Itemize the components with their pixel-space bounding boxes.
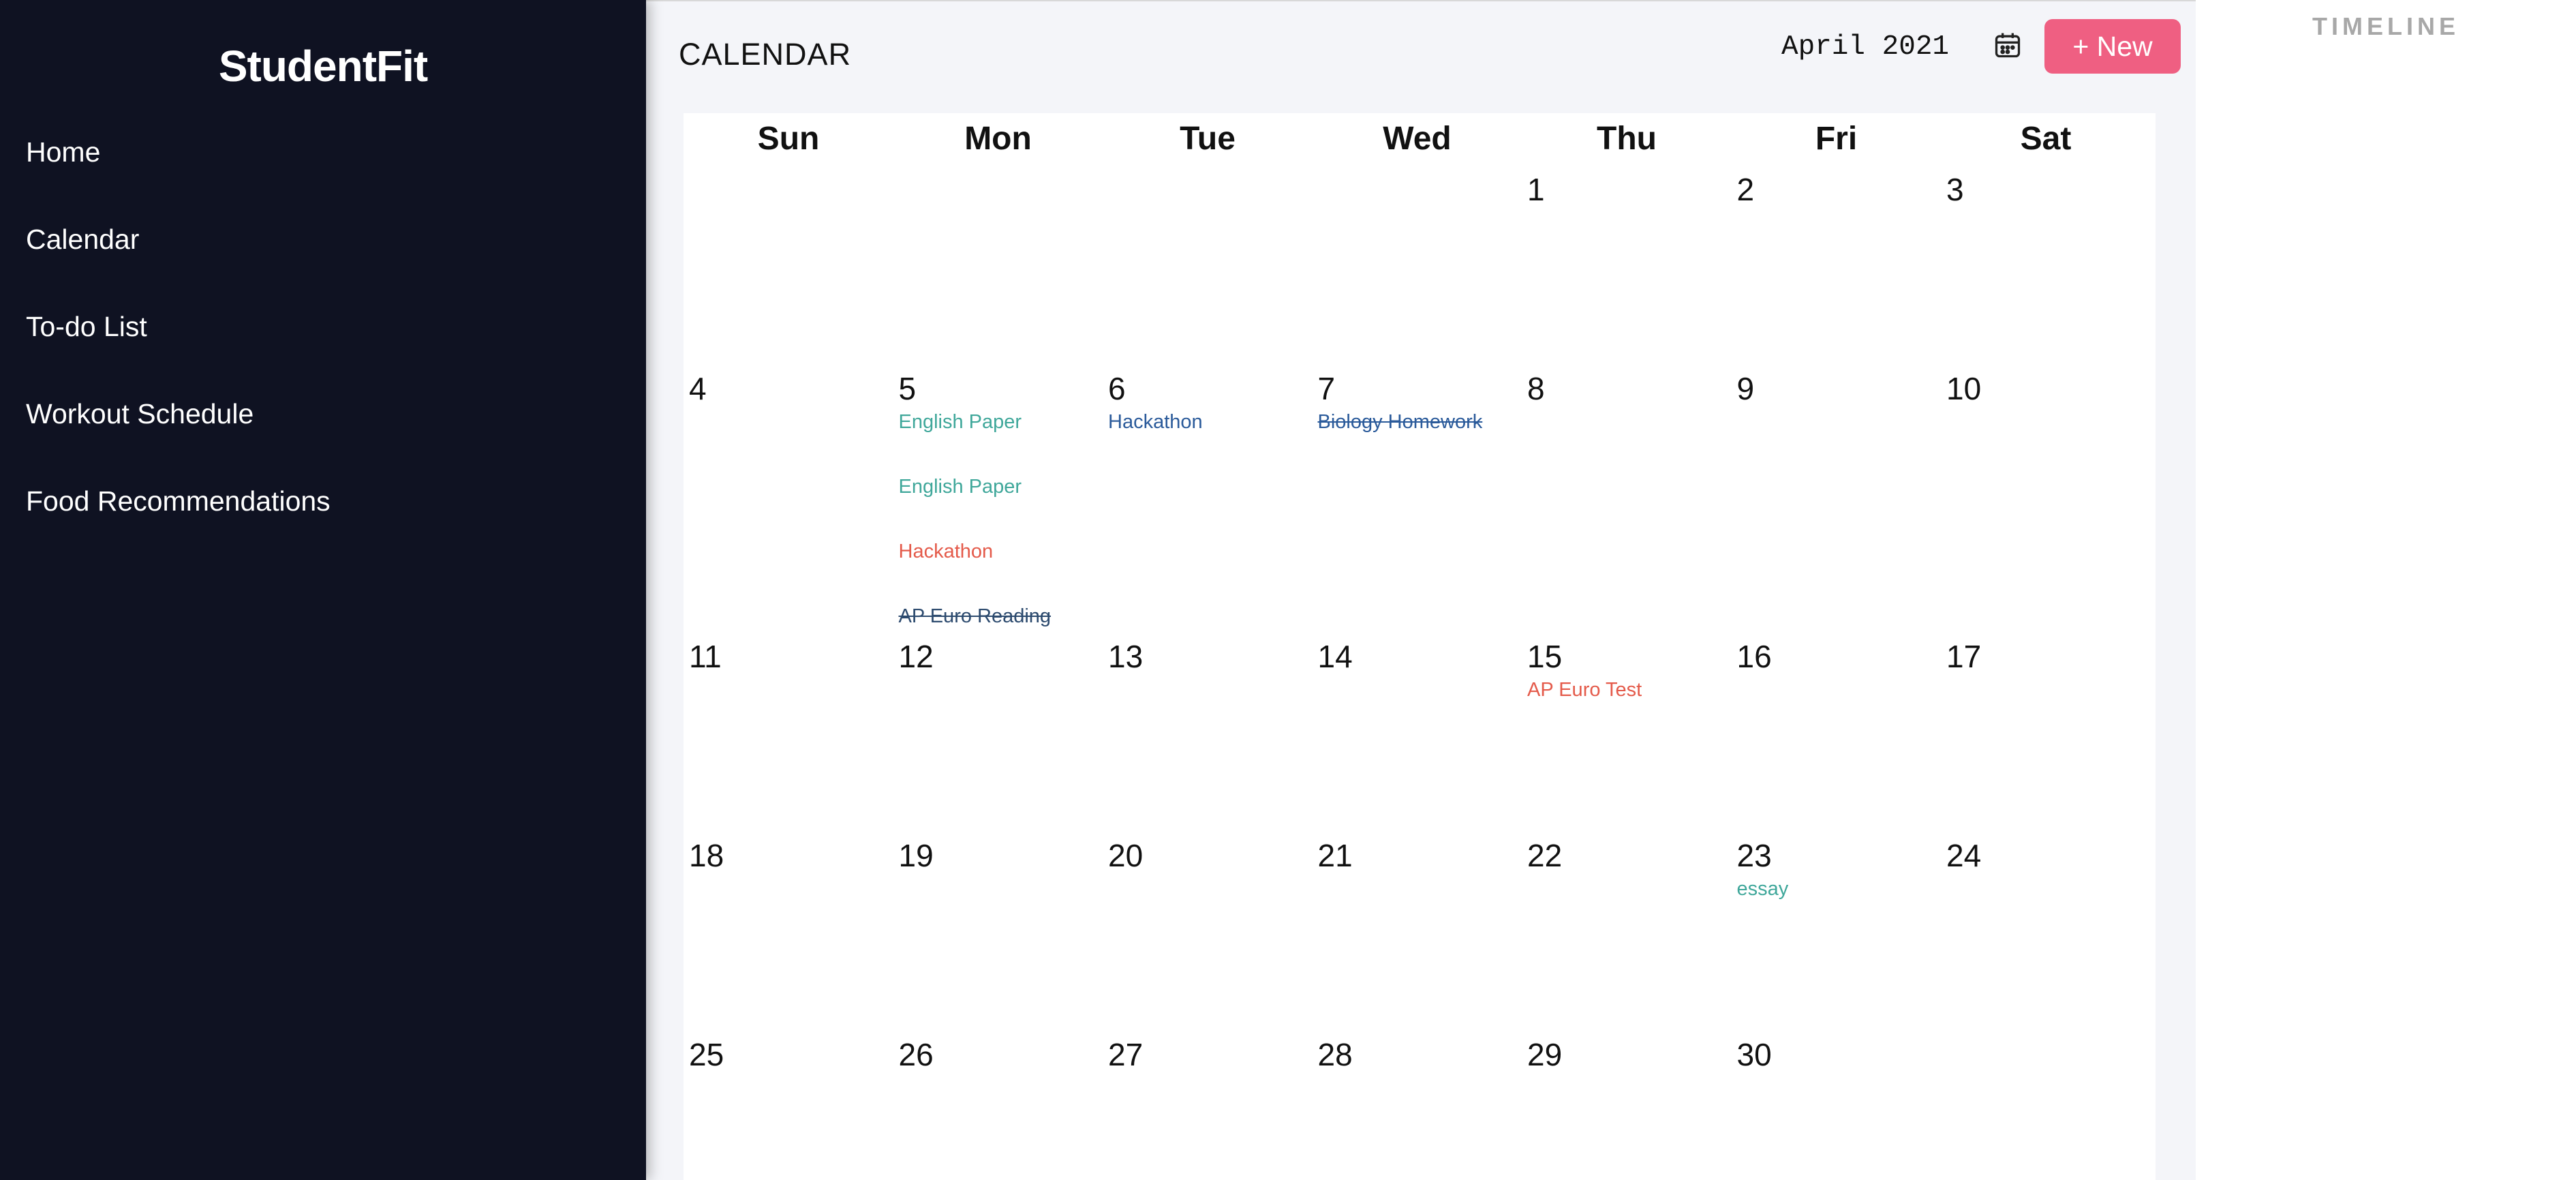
weekday-header: Sun bbox=[757, 121, 820, 157]
weekday-header: Fri bbox=[1815, 121, 1858, 157]
day-number: 28 bbox=[1317, 1037, 1353, 1072]
weekday-header: Wed bbox=[1383, 121, 1452, 157]
brand-logo[interactable]: StudentFit bbox=[0, 41, 646, 91]
calendar-event[interactable]: AP Euro Test bbox=[1527, 679, 1642, 701]
month-label: April 2021 bbox=[1781, 31, 1950, 63]
weekday-header: Thu bbox=[1597, 121, 1657, 157]
day-number: 23 bbox=[1736, 838, 1772, 873]
day-number: 8 bbox=[1527, 371, 1545, 406]
day-number: 7 bbox=[1317, 371, 1336, 406]
day-number: 10 bbox=[1946, 371, 1982, 406]
day-number: 4 bbox=[689, 371, 707, 406]
sidebar-item-todo-list[interactable]: To-do List bbox=[26, 311, 147, 343]
day-number: 21 bbox=[1317, 838, 1353, 873]
calendar-event[interactable]: AP Euro Reading bbox=[899, 605, 1052, 628]
day-number: 13 bbox=[1108, 639, 1144, 674]
day-number: 29 bbox=[1527, 1037, 1563, 1072]
day-number: 22 bbox=[1527, 838, 1563, 873]
day-number: 12 bbox=[898, 639, 934, 674]
day-number: 17 bbox=[1946, 639, 1982, 674]
page-title: CALENDAR bbox=[679, 37, 852, 72]
sidebar: StudentFit Home Calendar To-do List Work… bbox=[0, 0, 646, 1180]
calendar-panel: CALENDAR April 2021 + New Sun Mon Tue Wed Th… bbox=[646, 0, 2196, 1180]
day-number: 9 bbox=[1736, 371, 1755, 406]
sidebar-item-calendar[interactable]: Calendar bbox=[26, 224, 139, 256]
weekday-header: Sat bbox=[2020, 121, 2072, 157]
weekday-header: Mon bbox=[964, 121, 1032, 157]
timeline-title: TIMELINE bbox=[2312, 12, 2459, 40]
new-event-button[interactable]: + New bbox=[2044, 19, 2181, 74]
calendar-event[interactable]: essay bbox=[1737, 878, 1789, 901]
timeline-panel: TIMELINE bbox=[2196, 0, 2576, 1180]
day-number: 15 bbox=[1527, 639, 1563, 674]
day-number: 14 bbox=[1317, 639, 1353, 674]
calendar-icon[interactable] bbox=[1993, 30, 2023, 60]
day-number: 25 bbox=[689, 1037, 724, 1072]
calendar-event[interactable]: Hackathon bbox=[899, 541, 994, 563]
day-number: 20 bbox=[1108, 838, 1144, 873]
calendar-event[interactable]: English Paper bbox=[899, 411, 1022, 434]
calendar-grid: Sun Mon Tue Wed Thu Fri Sat 1 2 3 4 5 English Paper E… bbox=[684, 113, 2156, 1180]
calendar-event[interactable]: Hackathon bbox=[1108, 411, 1203, 434]
sidebar-item-home[interactable]: Home bbox=[26, 136, 100, 168]
day-number: 6 bbox=[1108, 371, 1126, 406]
sidebar-item-food-recommendations[interactable]: Food Recommendations bbox=[26, 485, 331, 517]
day-number: 11 bbox=[689, 639, 722, 674]
calendar-event[interactable]: English Paper bbox=[899, 476, 1022, 498]
day-number: 19 bbox=[898, 838, 934, 873]
day-number: 18 bbox=[689, 838, 724, 873]
sidebar-item-workout-schedule[interactable]: Workout Schedule bbox=[26, 398, 254, 430]
day-number: 3 bbox=[1946, 172, 1964, 207]
day-number: 2 bbox=[1736, 172, 1755, 207]
day-number: 26 bbox=[898, 1037, 934, 1072]
day-number: 5 bbox=[898, 371, 917, 406]
day-number: 16 bbox=[1736, 639, 1772, 674]
day-number: 27 bbox=[1108, 1037, 1144, 1072]
app-root: StudentFit Home Calendar To-do List Work… bbox=[0, 0, 2576, 1180]
day-number: 30 bbox=[1736, 1037, 1772, 1072]
calendar-event[interactable]: Biology Homework bbox=[1318, 411, 1483, 434]
day-number: 1 bbox=[1527, 172, 1545, 207]
day-number: 24 bbox=[1946, 838, 1982, 873]
weekday-header: Tue bbox=[1180, 121, 1236, 157]
